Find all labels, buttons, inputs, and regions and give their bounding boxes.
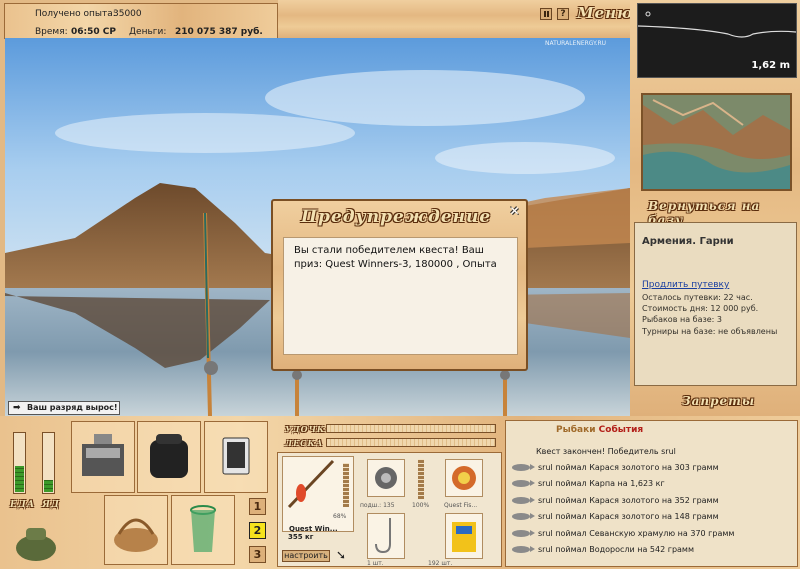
basket-slot[interactable] (104, 495, 168, 565)
drink-label: ЯД (42, 500, 60, 510)
time-label: Время: (35, 27, 68, 37)
warning-dialog: Предупреждение ✕ Вы стали победителем кв… (271, 199, 528, 371)
bag-icon[interactable] (14, 524, 58, 562)
reel-percent: 100% (412, 502, 430, 509)
tab-fishers[interactable]: Рыбаки (556, 425, 596, 435)
drink-gauge-fill (44, 480, 53, 492)
trip-remaining: Осталось путевки: 22 час. (642, 293, 753, 302)
tackle-panel: 68% Quest Win... 355 кг подш.: 135 100% … (277, 452, 502, 567)
watermark: NATURALENERGY.RU (545, 40, 607, 47)
dialog-title: Предупреждение (301, 207, 492, 227)
fish-icon (512, 464, 535, 471)
reel-slot[interactable] (367, 459, 405, 497)
location-title: Армения. Гарни (642, 236, 734, 247)
arrow-right-icon: ➡ (13, 403, 21, 413)
events-tabs: Рыбаки События (556, 425, 643, 435)
tackle-box-icon (82, 434, 124, 476)
money-label: Деньги: (129, 27, 167, 37)
fish-icon (512, 497, 535, 504)
reel-wear-bar (418, 459, 424, 499)
event-line: srul поймал Карпа на 1,623 кг (538, 479, 665, 488)
money-value: 210 075 387 руб. (175, 27, 263, 37)
day-cost: Стоимость дня: 12 000 руб. (642, 304, 759, 313)
bans-button[interactable]: Запреты (682, 394, 755, 408)
experience-value: 35000 (113, 9, 142, 19)
rod-strain-bar (326, 424, 496, 433)
depth-profile: 1,62 m (637, 3, 797, 78)
help-icon[interactable]: ? (557, 8, 569, 20)
tackle-box-slot[interactable] (71, 421, 135, 493)
rod-slot-3-button[interactable]: 3 (249, 546, 266, 563)
phone-icon (222, 437, 250, 475)
line-spool-icon (452, 466, 476, 490)
keepnet-slot[interactable] (171, 495, 235, 565)
tournaments-info: Турниры на базе: не объявлены (642, 327, 778, 336)
depth-value: 1,62 m (751, 60, 790, 71)
rod-name: Quest Win... (289, 525, 338, 533)
rod-slot-2-button[interactable]: 2 (249, 522, 266, 539)
food-label: ЕДА (10, 500, 36, 510)
fish-icon (512, 480, 535, 487)
menu-button[interactable]: Меню (577, 4, 633, 22)
events-panel: Рыбаки События Квест закончен! Победител… (505, 420, 798, 567)
fish-icon (512, 530, 535, 537)
bait-count: 192 шт. (428, 560, 453, 567)
map-image (643, 95, 790, 189)
fishers-count: Рыбаков на базе: 3 (642, 315, 722, 324)
location-map[interactable] (641, 93, 792, 191)
extend-trip-link[interactable]: Продлить путевку (642, 280, 729, 290)
experience-label: Получено опыта: (35, 9, 116, 19)
rank-notice: ➡ Ваш разряд вырос! (8, 401, 120, 415)
rod-wear-bar (343, 463, 349, 507)
fish-icon (512, 513, 535, 520)
status-panel: Получено опыта: 35000 Время: 06:50 СР Де… (4, 3, 278, 39)
hook-slot[interactable] (367, 513, 405, 559)
arrow-down-right-icon[interactable]: ➘ (336, 548, 346, 562)
event-line: Квест закончен! Победитель srul (536, 447, 676, 456)
line-slot[interactable] (445, 459, 483, 497)
hook-count: 1 шт. (367, 560, 384, 567)
reel-bearings: подш.: 135 (360, 502, 395, 509)
bait-slot[interactable] (445, 513, 483, 559)
backpack-slot[interactable] (137, 421, 201, 493)
time-value: 06:50 СР (71, 27, 116, 37)
bait-icon (452, 522, 476, 552)
rod-icon (287, 459, 335, 509)
phone-slot[interactable] (204, 421, 268, 493)
line-label: ЛЕСКА (285, 438, 324, 448)
rod-percent: 68% (333, 513, 347, 520)
event-line: srul поймал Карася золотого на 148 грамм (538, 512, 719, 521)
pause-icon[interactable] (540, 8, 552, 20)
drink-gauge (42, 432, 55, 494)
strain-bars: УДОЧКА ЛЕСКА (280, 423, 500, 451)
hook-icon (375, 518, 391, 554)
event-line: srul поймал Водоросли на 542 грамм (538, 545, 694, 554)
location-info: Армения. Гарни Продлить путевку Осталось… (634, 222, 797, 386)
rank-notice-text: Ваш разряд вырос! (27, 403, 118, 412)
rod-slot-1-button[interactable]: 1 (249, 498, 266, 515)
event-line: srul поймал Карася золотого на 303 грамм (538, 463, 719, 472)
event-line: srul поймал Севанскую храмулю на 370 гра… (538, 529, 735, 538)
backpack-icon (150, 434, 188, 478)
fish-icon (512, 546, 535, 553)
line-strain-bar (326, 438, 496, 447)
keepnet-icon (190, 505, 216, 552)
event-line: srul поймал Карася золотого на 352 грамм (538, 496, 719, 505)
rod-slot[interactable]: 68% Quest Win... (282, 456, 354, 533)
food-gauge (13, 432, 26, 494)
dialog-message: Вы стали победителем квеста! Ваш приз: Q… (283, 237, 518, 355)
tab-events[interactable]: События (599, 425, 644, 435)
food-gauge-fill (15, 466, 24, 492)
line-name: Quest Fis... (444, 502, 478, 509)
close-icon[interactable]: ✕ (508, 205, 521, 218)
reel-icon (375, 467, 397, 489)
rod-weight: 355 кг (288, 533, 314, 541)
basket-icon (114, 518, 158, 552)
setup-button[interactable]: настроить (282, 550, 330, 562)
